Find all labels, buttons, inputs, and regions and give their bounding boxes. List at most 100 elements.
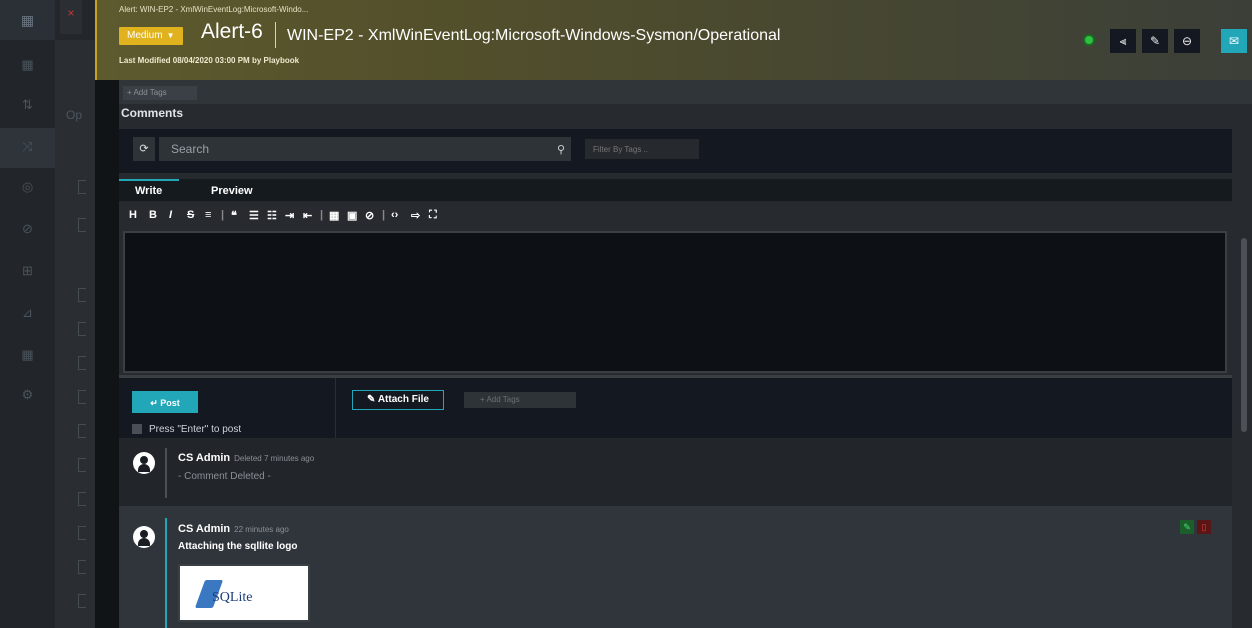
background-column-label: Op	[66, 108, 83, 122]
unordered-list-icon[interactable]: ☰	[249, 209, 259, 222]
severity-dropdown[interactable]: Medium ▼	[119, 27, 183, 45]
heading-icon[interactable]: H	[129, 209, 137, 221]
filter-by-tags-input[interactable]	[585, 139, 699, 159]
background-row-checkbox	[78, 218, 86, 232]
title-divider	[275, 22, 276, 48]
relations-icon: ⫷	[1119, 34, 1127, 48]
briefcase-icon: ⊞	[22, 263, 33, 278]
background-row-checkbox	[78, 594, 86, 608]
comment-meta: Deleted 7 minutes ago	[234, 454, 315, 463]
enter-to-post-checkbox[interactable]	[132, 424, 142, 434]
dashboard-icon: ▦	[21, 57, 34, 72]
avatar	[133, 526, 155, 548]
background-app: ▦ ▦ ⇅ ⤨ ◎ ⊘ ⊞ ⊿ ▦ ⚙ × Op	[0, 0, 95, 628]
editor-tabs: Write Preview	[119, 179, 1232, 201]
attach-file-button[interactable]: ✎ Attach File	[352, 390, 444, 410]
preview-icon[interactable]: ⇨	[411, 209, 420, 222]
tags-bar: + Add Tags	[119, 80, 1252, 104]
add-tags-input[interactable]: + Add Tags	[123, 86, 197, 100]
delete-comment-icon[interactable]: ▯	[1197, 520, 1211, 534]
link-icon: ⊖	[1181, 34, 1193, 48]
image-icon[interactable]: ▣	[347, 209, 357, 222]
code-icon[interactable]: ‹›	[391, 209, 398, 221]
alert-name: Alert-6	[201, 20, 263, 43]
markdown-toolbar: H B I S ≡ | ❝ ☰ ☷ ⇥ ⇤ | ▦ ▣ ⊘ | ‹› ⇨ ⛶	[119, 201, 1232, 231]
italic-icon[interactable]: I	[169, 209, 172, 221]
background-nav-rail: ▦ ▦ ⇅ ⤨ ◎ ⊘ ⊞ ⊿ ▦ ⚙	[0, 0, 55, 628]
fullscreen-icon[interactable]: ⛶	[429, 209, 437, 222]
widgets-icon: ▦	[21, 347, 34, 362]
tab-preview[interactable]: Preview	[211, 179, 253, 201]
last-modified: Last Modified 08/04/2020 03:00 PM by Pla…	[119, 56, 300, 65]
background-row-checkbox	[78, 356, 86, 370]
ordered-list-icon[interactable]: ☷	[267, 209, 277, 222]
indent-icon[interactable]: ⇥	[285, 209, 294, 222]
comment-body: - Comment Deleted -	[178, 471, 271, 482]
post-controls: ↵ Post Press "Enter" to post ✎ Attach Fi…	[119, 378, 1232, 438]
chart-icon: ⊿	[22, 305, 33, 320]
alert-description: WIN-EP2 - XmlWinEventLog:Microsoft-Windo…	[287, 27, 781, 44]
post-label: Post	[160, 398, 180, 408]
background-row-checkbox	[78, 180, 86, 194]
quote-icon[interactable]: ❝	[231, 209, 237, 222]
table-icon[interactable]: ▦	[329, 209, 339, 222]
comment-item: CS Admin Deleted 7 minutes ago - Comment …	[119, 438, 1232, 506]
background-row-checkbox	[78, 560, 86, 574]
comment-thread-line	[165, 518, 167, 628]
comment-body: Attaching the sqllite logo	[178, 541, 298, 552]
link-icon[interactable]: ⊘	[365, 209, 374, 222]
comment-editor[interactable]	[123, 231, 1227, 373]
background-row-checkbox	[78, 390, 86, 404]
chat-button[interactable]: ✉	[1221, 29, 1247, 53]
link-button[interactable]: ⊖	[1174, 29, 1200, 53]
settings-icon: ⚙	[21, 387, 34, 402]
panel-gutter	[95, 80, 119, 628]
chat-icon: ✉	[1228, 34, 1240, 48]
severity-label: Medium	[127, 30, 163, 41]
background-row-checkbox	[78, 526, 86, 540]
relations-button[interactable]: ⫷	[1110, 29, 1136, 53]
tab-write[interactable]: Write	[119, 179, 179, 201]
background-row-checkbox	[78, 288, 86, 302]
toolbar-separator: |	[320, 209, 324, 221]
shield-icon: ◎	[21, 179, 34, 194]
attach-file-label: Attach File	[377, 394, 429, 405]
comments-search-bar: ⟳ ⚲	[119, 129, 1232, 173]
search-input[interactable]	[159, 137, 571, 161]
bold-icon[interactable]: B	[149, 209, 157, 221]
strikethrough-icon[interactable]: S	[187, 209, 194, 221]
outdent-icon[interactable]: ⇤	[303, 209, 312, 222]
enter-arrow-icon: ↵	[150, 398, 161, 408]
comment-tags-input[interactable]: + Add Tags	[464, 392, 576, 408]
horizontal-rule-icon[interactable]: ≡	[205, 209, 211, 221]
paperclip-icon: ✎	[367, 394, 378, 405]
close-tab-icon[interactable]: ×	[60, 0, 82, 34]
comment-author: CS Admin Deleted 7 minutes ago	[178, 452, 315, 464]
alert-header: Alert: WIN-EP2 - XmlWinEventLog:Microsof…	[95, 0, 1252, 80]
app-grid-icon: ▦	[0, 0, 55, 40]
chevron-down-icon: ▼	[166, 31, 175, 40]
search-icon[interactable]: ⚲	[557, 143, 565, 156]
refresh-button[interactable]: ⟳	[133, 137, 155, 161]
breadcrumb[interactable]: Alert: WIN-EP2 - XmlWinEventLog:Microsof…	[119, 5, 308, 14]
background-row-checkbox	[78, 458, 86, 472]
sqlite-logo-text: SQLite	[212, 590, 253, 605]
attachment-thumbnail[interactable]: SQLite	[178, 564, 310, 622]
post-divider	[335, 378, 336, 438]
avatar	[133, 452, 155, 474]
background-row-checkbox	[78, 424, 86, 438]
alert-detail-panel: Alert: WIN-EP2 - XmlWinEventLog:Microsof…	[95, 0, 1252, 628]
refresh-icon: ⟳	[139, 143, 149, 155]
comment-author: CS Admin 22 minutes ago	[178, 523, 289, 535]
comments-heading: Comments	[121, 106, 184, 120]
scrollbar[interactable]	[1241, 238, 1247, 432]
edit-button[interactable]: ✎	[1142, 29, 1168, 53]
comment-meta: 22 minutes ago	[234, 525, 289, 534]
post-button[interactable]: ↵ Post	[132, 391, 198, 413]
comment-thread-line	[165, 448, 167, 498]
background-row-checkbox	[78, 322, 86, 336]
sort-icon: ⇅	[22, 97, 33, 112]
status-indicator-icon	[1085, 36, 1093, 44]
edit-comment-icon[interactable]: ✎	[1180, 520, 1194, 534]
enter-to-post-label: Press "Enter" to post	[149, 424, 242, 435]
